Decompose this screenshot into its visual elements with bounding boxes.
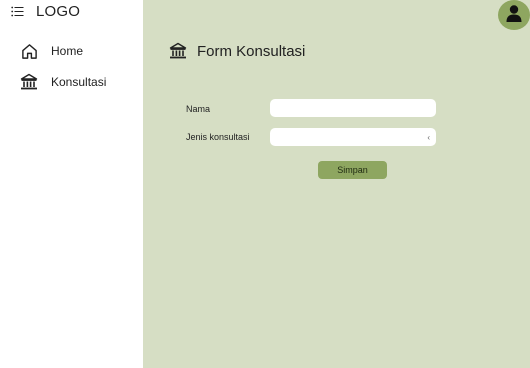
bank-icon	[20, 73, 38, 91]
main-content: Form Konsultasi Nama Jenis konsultasi ‹ …	[143, 0, 530, 368]
simpan-button[interactable]: Simpan	[318, 161, 387, 179]
sidebar-item-home[interactable]: Home	[20, 42, 83, 60]
avatar[interactable]	[498, 0, 530, 30]
sidebar-item-label: Konsultasi	[51, 75, 107, 89]
page-title-text: Form Konsultasi	[197, 42, 306, 60]
nama-input[interactable]	[270, 99, 436, 117]
nama-label: Nama	[186, 104, 211, 114]
brand: LOGO	[10, 3, 80, 20]
bank-icon	[169, 42, 187, 60]
user-icon	[504, 3, 524, 28]
sidebar: LOGO Home Konsultasi	[0, 0, 143, 368]
jenis-konsultasi-label: Jenis konsultasi	[186, 132, 250, 142]
logo-text: LOGO	[36, 3, 81, 20]
sidebar-item-konsultasi[interactable]: Konsultasi	[20, 73, 106, 91]
chevron-left-icon: ‹	[427, 132, 430, 142]
page-title: Form Konsultasi	[169, 42, 305, 60]
list-menu-icon[interactable]	[10, 5, 24, 19]
sidebar-item-label: Home	[51, 44, 84, 58]
home-icon	[20, 42, 38, 60]
jenis-konsultasi-select[interactable]: ‹	[270, 128, 436, 146]
